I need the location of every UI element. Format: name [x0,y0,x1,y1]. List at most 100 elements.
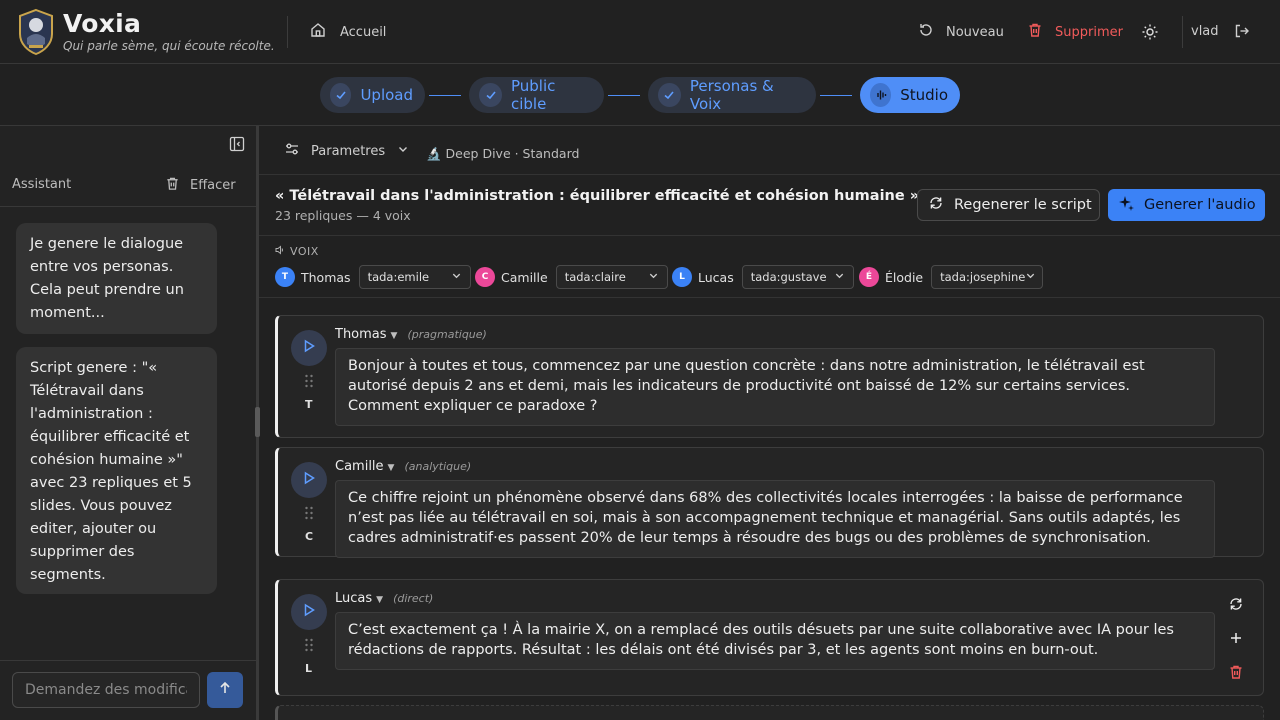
step-public-cible[interactable]: Public cible [469,77,604,113]
speaker-select[interactable]: Camille ▼ (analytique) [335,459,471,474]
step-connector [608,95,640,96]
play-icon [302,603,316,621]
avatar: C [475,267,495,287]
speaker-initial: T [305,398,313,411]
clear-chat-button[interactable]: Effacer [165,176,236,195]
drag-handle-icon[interactable] [304,374,314,392]
trash-icon [1230,665,1242,679]
waveform-icon [870,83,892,107]
voice-select[interactable]: tada:claire [555,265,668,289]
voice-name: Élodie [885,269,924,285]
generate-label: Generer l'audio [1144,197,1256,213]
speaker-icon [275,245,285,258]
voice-elodie: É Élodie tada:josephine [859,265,1044,289]
theme-toggle[interactable] [1141,23,1159,45]
segment-tools [1228,596,1244,684]
mode-badge: 🔬 Deep Dive · Standard [426,146,580,161]
avatar: T [275,267,295,287]
chevron-down-icon [834,270,845,284]
refresh-icon [1230,598,1242,610]
new-label: Nouveau [946,24,1004,40]
script-segment: L Lucas ▼ (direct) C’est exactement ça !… [275,579,1264,696]
drag-handle-icon[interactable] [304,506,314,524]
script-segment: C Camille ▼ (analytique) Ce chiffre rejo… [275,447,1264,558]
voice-value: tada:emile [367,270,430,284]
studio-main: Parametres 🔬 Deep Dive · Standard « Télé… [259,126,1280,720]
voice-name: Thomas [301,269,351,285]
brand-tagline: Qui parle sème, qui écoute récolte. [63,39,275,53]
send-button[interactable] [207,672,243,708]
voice-select[interactable]: tada:josephine [931,265,1044,289]
check-icon [330,83,352,107]
speaker-name: Camille [335,459,384,474]
segment-text[interactable]: C’est exactement ça ! À la mairie X, on … [335,612,1215,670]
panel-collapse-icon [229,136,245,156]
play-segment-button[interactable] [291,462,327,498]
assistant-title: Assistant [12,177,72,192]
new-button[interactable]: Nouveau [918,22,1004,42]
sun-icon [1141,23,1159,45]
speaker-name: Thomas [335,327,387,342]
voice-select[interactable]: tada:gustave [741,265,854,289]
collapse-sidebar-button[interactable] [229,136,245,156]
home-link[interactable]: Accueil [310,22,386,42]
avatar: É [859,267,879,287]
speaker-role: (direct) [393,592,434,605]
segment-text[interactable]: Bonjour à toutes et tous, commencez par … [335,348,1215,426]
drag-handle-icon[interactable] [304,638,314,656]
voices-section-label: VOIX [275,245,319,258]
chevron-down-icon [648,270,659,284]
play-icon [302,339,316,357]
chevron-down-icon [1025,270,1036,284]
speaker-select[interactable]: Thomas ▼ (pragmatique) [335,327,487,342]
divider [259,174,1280,175]
regenerate-segment-button[interactable] [1228,596,1244,616]
step-label: Personas & Voix [689,77,774,113]
voice-lucas: L Lucas tada:gustave [672,265,854,289]
divider [0,660,256,661]
generate-audio-button[interactable]: Generer l'audio [1108,189,1265,221]
divider [259,235,1280,236]
speaker-role: (analytique) [404,460,472,473]
voice-camille: C Camille tada:claire [475,265,668,289]
divider [259,297,1280,298]
chat-input[interactable] [12,672,200,708]
step-upload[interactable]: Upload [320,77,425,113]
refresh-icon [928,195,944,215]
caret-down-icon: ▼ [390,331,398,341]
script-title: « Télétravail dans l'administration : éq… [275,188,920,204]
add-segment-button[interactable] [1228,630,1244,650]
sliders-icon [285,142,299,160]
script-subtitle: 23 repliques — 4 voix [275,208,411,223]
step-studio[interactable]: Studio [860,77,960,113]
voxia-logo[interactable] [16,8,56,56]
step-personas-voix[interactable]: Personas & Voix [648,77,816,113]
logout-button[interactable] [1234,23,1250,43]
logout-icon [1234,24,1250,43]
header-divider [287,16,288,48]
delete-segment-button[interactable] [1228,664,1244,684]
speaker-initial: C [305,530,314,543]
play-segment-button[interactable] [291,330,327,366]
speaker-select[interactable]: Lucas ▼ (direct) [335,591,433,606]
caret-down-icon: ▼ [376,595,384,605]
speaker-initial: L [305,662,313,675]
assistant-message: Je genere le dialogue entre vos personas… [16,223,217,334]
assistant-message: Script genere : "« Télétravail dans l'ad… [16,347,217,594]
brand-name: Voxia [63,9,142,38]
regenerate-script-button[interactable]: Regenerer le script [917,189,1100,221]
script-segment: T Thomas ▼ (pragmatique) Bonjour à toute… [275,315,1264,438]
step-connector [429,95,461,96]
regenerate-label: Regenerer le script [954,197,1092,213]
delete-button[interactable]: Supprimer [1027,22,1123,42]
play-segment-button[interactable] [291,594,327,630]
voices-label: VOIX [290,245,319,258]
delete-label: Supprimer [1055,24,1123,40]
speaker-role: (pragmatique) [407,328,487,341]
voice-select[interactable]: tada:emile [358,265,471,289]
segment-text[interactable]: Ce chiffre rejoint un phénomène observé … [335,480,1215,558]
params-label: Parametres [311,143,386,159]
params-toggle[interactable]: Parametres [285,142,409,160]
assistant-sidebar: Assistant Effacer Je genere le dialogue … [0,126,256,720]
voice-value: tada:claire [564,270,626,284]
